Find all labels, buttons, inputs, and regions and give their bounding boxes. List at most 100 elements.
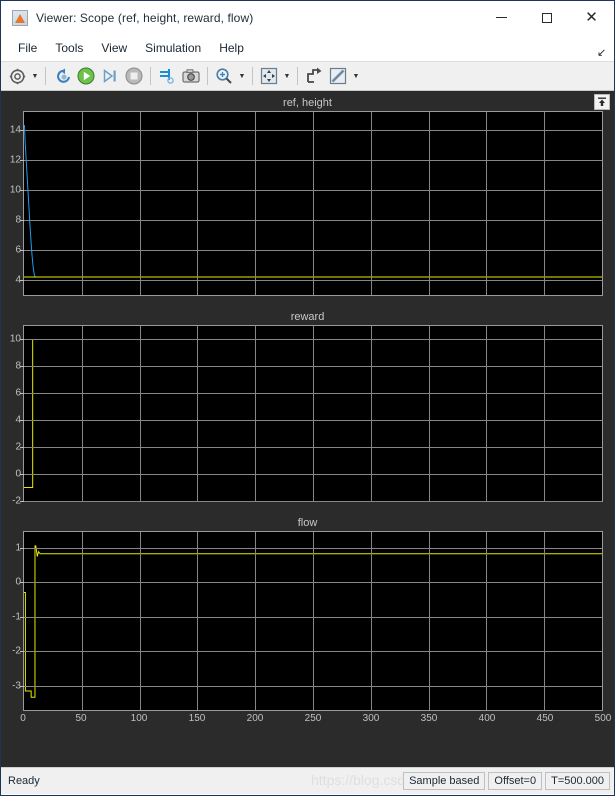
y-tick-mark (20, 393, 24, 395)
grid-line-vertical (486, 112, 488, 295)
run-icon (77, 67, 95, 85)
snapshot-icon (182, 69, 200, 83)
zoom-caret[interactable]: ▼ (236, 64, 248, 88)
menu-item-tools[interactable]: Tools (46, 37, 92, 59)
chart-block-flow: flow -3 -2 -1 0 1 0 50 100 150 200 250 300 350 400 45… (1, 502, 614, 729)
y-tick-mark (20, 685, 24, 687)
configuration-properties-button[interactable] (5, 64, 29, 88)
plot-area-ref-height[interactable]: 4 6 8 10 12 14 (10, 111, 603, 296)
chart-title-flow: flow (297, 517, 318, 529)
grid-line-vertical (255, 326, 257, 501)
y-tick-mark (20, 250, 24, 251)
close-icon: ✕ (585, 9, 598, 26)
snapshot-button[interactable] (179, 64, 203, 88)
grid-line-vertical (370, 112, 372, 295)
status-field-time: T=500.000 (545, 772, 610, 790)
signal-selector-button[interactable] (155, 64, 179, 88)
menu-overflow-icon[interactable]: ↘ (597, 46, 606, 59)
toolbar-separator-5 (297, 67, 298, 85)
toolbar-separator-1 (45, 67, 46, 85)
grid-line-vertical (81, 532, 83, 710)
x-tick-label: 450 (536, 713, 554, 724)
status-field-offset: Offset=0 (488, 772, 543, 790)
grid-line-vertical (255, 532, 257, 710)
style-icon (307, 67, 322, 83)
autoscale-caret[interactable]: ▼ (281, 64, 293, 88)
menu-item-help[interactable]: Help (210, 37, 253, 59)
rewind-button[interactable] (50, 64, 74, 88)
matlab-scope-icon (12, 9, 28, 26)
window-controls: ✕ (479, 1, 614, 34)
measurements-button[interactable] (326, 64, 350, 88)
toolbar-separator-2 (150, 67, 151, 85)
measurements-caret[interactable]: ▼ (350, 64, 362, 88)
stop-button[interactable] (122, 64, 146, 88)
y-tick-mark (20, 616, 24, 618)
x-tick-label: 100 (130, 713, 148, 724)
step-forward-icon (103, 69, 116, 83)
scope-window: Viewer: Scope (ref, height, reward, flow… (0, 0, 615, 796)
x-tick-label: 350 (420, 713, 438, 724)
grid-line-vertical (81, 112, 83, 295)
x-tick-label: 150 (188, 713, 206, 724)
grid-line-vertical (255, 112, 257, 295)
x-tick-label: 50 (75, 713, 87, 724)
autoscale-button[interactable] (257, 64, 281, 88)
grid-line-vertical (486, 532, 488, 710)
stop-icon (125, 67, 143, 85)
y-tick-mark (20, 130, 24, 131)
window-title: Viewer: Scope (ref, height, reward, flow… (36, 10, 254, 25)
x-tick-label: 300 (362, 713, 380, 724)
toolbar: ▼ ▼ ▼ ▼ (1, 61, 614, 91)
y-tick-mark (20, 447, 24, 449)
grid-line-vertical (428, 112, 430, 295)
grid-line-vertical (370, 532, 372, 710)
x-tick-label: 250 (304, 713, 322, 724)
y-tick-mark (20, 582, 24, 584)
x-tick-label: 400 (478, 713, 496, 724)
autoscale-icon (260, 67, 278, 85)
minimize-icon (496, 17, 507, 18)
maximize-icon (541, 12, 552, 23)
plot-area-flow[interactable]: -3 -2 -1 0 1 (12, 531, 603, 711)
status-fields: Sample based Offset=0 T=500.000 (400, 772, 610, 790)
menu-bar: File Tools View Simulation Help ↘ (1, 35, 614, 61)
y-tick-mark (20, 160, 24, 161)
configuration-properties-caret[interactable]: ▼ (29, 64, 41, 88)
chart-title-reward: reward (290, 311, 325, 323)
menu-item-simulation[interactable]: Simulation (136, 37, 210, 59)
grid-line-vertical (544, 532, 546, 710)
run-button[interactable] (74, 64, 98, 88)
menu-item-file[interactable]: File (9, 37, 46, 59)
pin-arrow-icon (598, 97, 606, 106)
signal-selector-icon (160, 69, 174, 84)
y-tick-mark (20, 366, 24, 368)
menu-item-view[interactable]: View (92, 37, 136, 59)
grid-line-vertical (139, 326, 141, 501)
chart-title-ref-height: ref, height (283, 97, 332, 109)
y-tick-mark (20, 420, 24, 422)
y-tick-mark (20, 190, 24, 191)
title-bar: Viewer: Scope (ref, height, reward, flow… (1, 1, 614, 35)
grid-line-vertical (313, 112, 314, 295)
y-tick-mark (20, 220, 24, 221)
close-button[interactable]: ✕ (569, 1, 614, 34)
status-bar: Ready https://blog.csdn.net Sample based… (1, 767, 614, 794)
y-tick-mark (20, 547, 24, 549)
minimize-button[interactable] (479, 1, 524, 34)
style-button[interactable] (302, 64, 326, 88)
grid-line-vertical (313, 532, 314, 710)
status-field-sample-mode: Sample based (403, 772, 486, 790)
maximize-button[interactable] (524, 1, 569, 34)
y-tick-mark (20, 651, 24, 653)
x-tick-label: 500 (594, 713, 612, 724)
grid-line-vertical (428, 532, 430, 710)
plot-area-reward[interactable]: -2 0 2 4 6 8 10 (10, 325, 603, 507)
grid-line-vertical (139, 112, 141, 295)
x-tick-label: 0 (20, 713, 26, 724)
zoom-in-button[interactable] (212, 64, 236, 88)
grid-line-vertical (197, 326, 199, 501)
dock-pin-icon[interactable] (594, 94, 610, 110)
status-ready-label: Ready (8, 775, 40, 787)
step-forward-button[interactable] (98, 64, 122, 88)
